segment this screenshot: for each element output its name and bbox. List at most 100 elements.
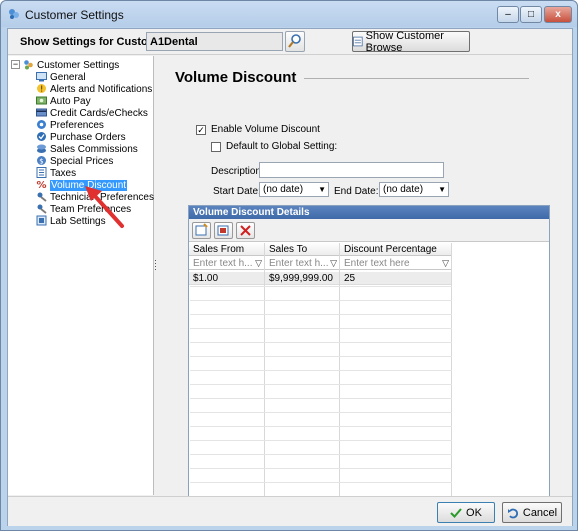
empty-row-line <box>190 328 452 329</box>
empty-row-line <box>190 426 452 427</box>
customer-lookup-button[interactable] <box>285 31 305 52</box>
empty-row-line <box>190 286 452 287</box>
customers-icon <box>24 60 33 70</box>
default-check-box[interactable] <box>211 141 221 152</box>
show-customer-browse-button[interactable]: Show Customer Browse <box>352 29 470 54</box>
default-global-setting-checkbox[interactable]: Default to Global Setting: <box>211 141 337 152</box>
app-icon <box>9 9 19 19</box>
end-date-label: End Date: <box>334 186 379 197</box>
empty-row-line <box>190 398 452 399</box>
column-header-sales-to[interactable]: Sales To <box>265 243 339 256</box>
svg-text:$: $ <box>39 157 43 165</box>
enable-volume-discount-label: Enable Volume Discount <box>211 124 320 135</box>
table-cell[interactable]: 25 <box>340 272 451 285</box>
filter-funnel-icon[interactable]: ▽ <box>255 257 262 270</box>
maximize-button[interactable]: □ <box>520 6 542 23</box>
dropdown-arrow-icon: ▼ <box>438 185 446 194</box>
empty-row-line <box>190 440 452 441</box>
window-title: Customer Settings <box>25 8 124 22</box>
ok-button[interactable]: OK <box>437 502 495 523</box>
tree-item-taxes[interactable]: Taxes <box>36 167 76 179</box>
tree-item-preferences[interactable]: Preferences <box>36 119 104 131</box>
tax-icon <box>36 167 47 178</box>
tree-item-lab-settings[interactable]: Lab Settings <box>36 215 106 227</box>
empty-row-line <box>190 412 452 413</box>
table-cell[interactable]: $1.00 <box>189 272 264 285</box>
end-date-value: (no date) <box>383 184 424 195</box>
filter-sales-to[interactable]: Enter text h... ▽ <box>265 257 339 270</box>
filter-funnel-icon[interactable]: ▽ <box>330 257 337 270</box>
tree-root[interactable]: Customer Settings <box>23 59 119 71</box>
dialog-button-bar: OK Cancel <box>8 496 572 526</box>
cancel-button-label: Cancel <box>522 506 558 519</box>
table-cell[interactable]: $9,999,999.00 <box>265 272 339 285</box>
tree-item-special-prices[interactable]: $ Special Prices <box>36 155 113 167</box>
column-divider <box>264 243 265 501</box>
start-date-label: Start Date: <box>213 186 261 197</box>
close-button[interactable]: x <box>544 6 572 23</box>
svg-text:%: % <box>36 180 46 190</box>
tree-item-auto-pay[interactable]: Auto Pay <box>36 95 91 107</box>
team-icon <box>37 204 47 214</box>
cancel-button[interactable]: Cancel <box>502 502 562 523</box>
empty-row-line <box>190 314 452 315</box>
end-date-combo[interactable]: (no date) ▼ <box>379 182 449 197</box>
monitor-icon <box>36 72 47 82</box>
customer-field[interactable]: A1Dental <box>146 32 283 51</box>
preferences-icon <box>37 120 46 129</box>
technician-icon <box>37 192 47 202</box>
autopay-icon <box>36 96 47 105</box>
new-row-icon <box>195 223 208 236</box>
undo-arrow-icon <box>507 508 518 518</box>
settings-panel: Volume Discount ✓ Enable Volume Discount… <box>158 56 572 503</box>
enable-check-box[interactable]: ✓ <box>196 124 206 135</box>
filter-discount-percentage[interactable]: Enter text here ▽ <box>340 257 451 270</box>
tree-collapse-toggle[interactable]: − <box>11 60 20 69</box>
description-field[interactable] <box>259 162 444 178</box>
add-row-button[interactable] <box>192 222 211 239</box>
volume-discount-grid: Volume Discount Details Sales From Sales… <box>188 205 550 503</box>
empty-row-line <box>190 356 452 357</box>
browse-icon <box>353 36 363 47</box>
enable-volume-discount-checkbox[interactable]: ✓ Enable Volume Discount <box>196 124 320 135</box>
filter-sales-from[interactable]: Enter text h... ▽ <box>189 257 264 270</box>
empty-row-line <box>190 454 452 455</box>
column-header-discount-percentage[interactable]: Discount Percentage <box>340 243 451 256</box>
filter-funnel-icon[interactable]: ▽ <box>442 257 449 270</box>
start-date-value: (no date) <box>263 184 304 195</box>
tree-item-credit-cards[interactable]: Credit Cards/eChecks <box>36 107 148 119</box>
start-date-combo[interactable]: (no date) ▼ <box>259 182 329 197</box>
tree-item-volume-discount[interactable]: % Volume Discount <box>36 179 128 191</box>
checkmark-icon <box>450 507 462 518</box>
splitter-grip[interactable] <box>154 259 157 273</box>
client-area: Show Settings for Customer: A1Dental Sho… <box>7 28 573 526</box>
page-title: Volume Discount <box>175 69 297 86</box>
edit-row-button[interactable] <box>214 222 233 239</box>
commission-icon <box>37 144 46 153</box>
settings-tree: − Customer Settings General Alerts and N… <box>8 56 154 495</box>
purchase-order-icon <box>37 132 46 141</box>
default-global-setting-label: Default to Global Setting: <box>226 141 338 152</box>
empty-row-line <box>190 384 452 385</box>
tree-item-sales-commissions[interactable]: Sales Commissions <box>36 143 138 155</box>
tree-item-technician-preferences[interactable]: Technician Preferences <box>36 191 154 203</box>
tree-item-team-preferences[interactable]: Team Preferences <box>36 203 131 215</box>
tree-item-alerts[interactable]: Alerts and Notifications <box>36 83 152 95</box>
percent-icon: % <box>36 180 46 190</box>
empty-row-line <box>190 300 452 301</box>
empty-row-line <box>190 342 452 343</box>
empty-row-line <box>190 370 452 371</box>
magnifier-icon <box>288 34 301 48</box>
column-divider <box>339 243 340 501</box>
browse-button-label: Show Customer Browse <box>365 29 444 54</box>
column-divider <box>451 243 452 501</box>
column-header-sales-from[interactable]: Sales From <box>189 243 264 256</box>
empty-row-line <box>190 468 452 469</box>
tree-item-general[interactable]: General <box>36 71 86 83</box>
empty-row-line <box>190 482 452 483</box>
delete-row-button[interactable] <box>236 222 255 239</box>
minimize-button[interactable]: – <box>497 6 519 23</box>
lab-icon <box>36 215 47 226</box>
alert-icon <box>37 84 46 93</box>
tree-item-purchase-orders[interactable]: Purchase Orders <box>36 131 126 143</box>
